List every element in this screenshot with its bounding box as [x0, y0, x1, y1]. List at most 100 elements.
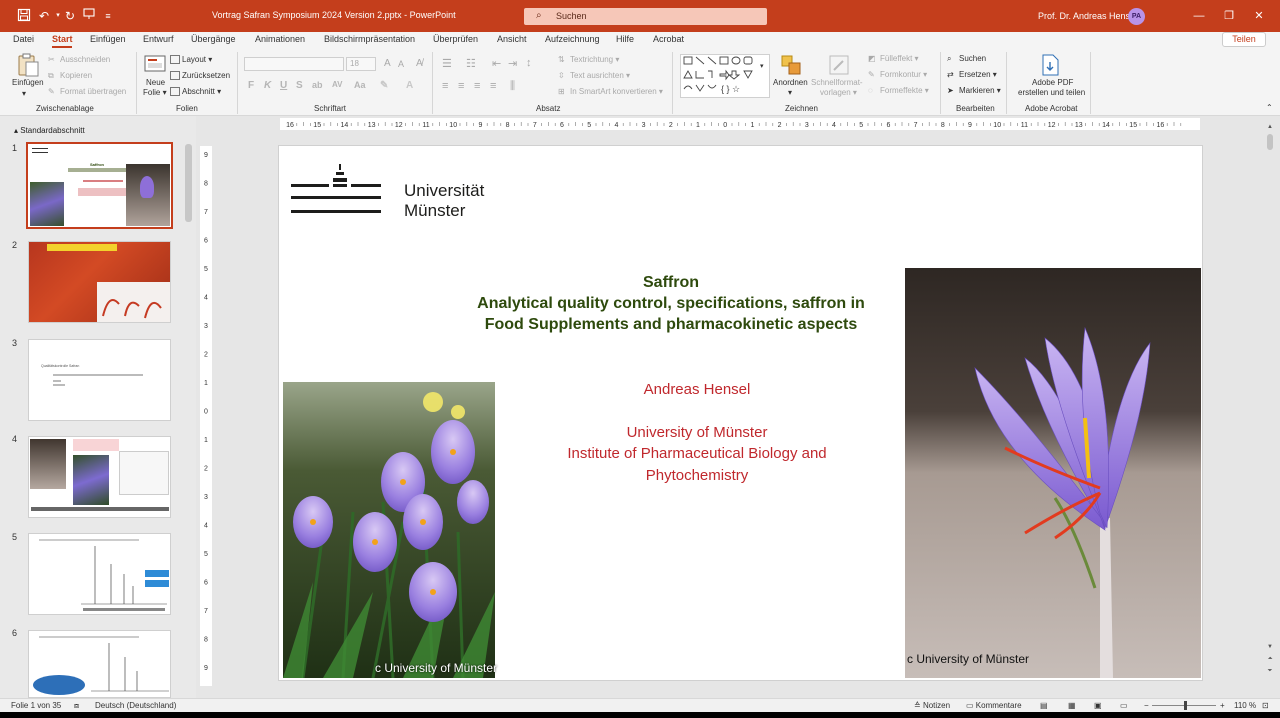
tab-hilfe[interactable]: Hilfe	[616, 34, 634, 44]
shadow-button[interactable]: S	[296, 80, 303, 91]
scroll-up-icon[interactable]: ▲	[1266, 124, 1274, 132]
slide-title[interactable]: Saffron Analytical quality control, spec…	[429, 272, 913, 335]
text-direction-button[interactable]: ⇅ Textrichtung ▾	[558, 55, 619, 64]
bold-button[interactable]: F	[248, 80, 254, 91]
bullets-icon[interactable]: ☰	[442, 57, 452, 70]
account-name[interactable]: Prof. Dr. Andreas Hensel	[1038, 11, 1137, 21]
justify-icon[interactable]: ≡	[490, 80, 496, 92]
replace-button[interactable]: ⇄ Ersetzen ▾	[947, 70, 997, 79]
section-header[interactable]: ▴ Standardabschnitt	[14, 126, 85, 135]
affiliation-line-1[interactable]: University of Münster	[527, 422, 867, 443]
smartart-button[interactable]: ⊞ In SmartArt konvertieren ▾	[558, 87, 663, 96]
vertical-scrollbar[interactable]: ▲ ▼ ⏶ ⏷	[1266, 124, 1274, 684]
quick-styles-label-1[interactable]: Schnellformat-	[811, 78, 863, 87]
collapse-ribbon-icon[interactable]: ⌃	[1266, 103, 1273, 112]
arrange-button[interactable]: Anordnen	[773, 78, 808, 87]
copy-button[interactable]: ⧉ Kopieren	[48, 71, 92, 80]
align-right-icon[interactable]: ≡	[474, 80, 480, 92]
maximize-icon[interactable]: ❐	[1215, 6, 1243, 26]
next-slide-icon[interactable]: ⏷	[1266, 668, 1274, 676]
tab-entwurf[interactable]: Entwurf	[143, 34, 174, 44]
char-spacing-icon[interactable]: AV	[332, 80, 343, 89]
arrange-icon[interactable]	[780, 54, 804, 78]
font-size-combobox[interactable]: 18	[346, 57, 376, 71]
shrink-font-icon[interactable]: A	[398, 59, 404, 69]
increase-indent-icon[interactable]: ⇥	[508, 57, 517, 70]
adobe-pdf-icon[interactable]	[1040, 54, 1064, 78]
tab-acrobat[interactable]: Acrobat	[653, 34, 684, 44]
cut-button[interactable]: ✂ Ausschneiden	[48, 55, 110, 64]
tab-aufzeichnung[interactable]: Aufzeichnung	[545, 34, 600, 44]
font-family-combobox[interactable]	[244, 57, 344, 71]
thumbnail-scrollbar[interactable]	[185, 144, 192, 222]
saffron-crocus-photo[interactable]	[905, 268, 1201, 678]
save-icon[interactable]	[16, 8, 32, 24]
format-painter-button[interactable]: ✎ Format übertragen	[48, 87, 126, 96]
strikethrough-icon[interactable]: ab	[312, 80, 323, 90]
close-icon[interactable]: ✕	[1245, 6, 1273, 26]
fit-to-window-icon[interactable]: ⊡	[1262, 701, 1269, 710]
affiliation-line-3[interactable]: Phytochemistry	[527, 465, 867, 486]
zoom-in-button[interactable]: +	[1220, 701, 1225, 710]
previous-slide-icon[interactable]: ⏶	[1266, 656, 1274, 664]
select-button[interactable]: ➤ Markieren ▾	[947, 86, 1001, 95]
tab-bildschirmpraesentation[interactable]: Bildschirmpräsentation	[324, 34, 415, 44]
search-box[interactable]: ⌕ Suchen	[524, 8, 767, 25]
new-slide-label-2[interactable]: Folie ▾	[143, 88, 167, 97]
reset-button[interactable]: Zurücksetzen	[170, 71, 230, 81]
tab-einfuegen[interactable]: Einfügen	[90, 34, 126, 44]
underline-button[interactable]: U	[280, 80, 287, 91]
shape-effects-button[interactable]: ◌ Formeffekte ▾	[868, 86, 929, 95]
slideshow-view-icon[interactable]: ▭	[1120, 701, 1128, 710]
italic-button[interactable]: K	[264, 80, 271, 91]
share-button[interactable]: Teilen	[1222, 32, 1266, 47]
quick-styles-icon[interactable]	[828, 54, 852, 78]
redo-icon[interactable]: ↻	[62, 8, 78, 24]
quick-styles-label-2[interactable]: vorlagen ▾	[820, 88, 857, 97]
scroll-down-icon[interactable]: ▼	[1266, 644, 1274, 652]
line-spacing-icon[interactable]: ↕	[526, 57, 532, 69]
find-button[interactable]: ⌕ Suchen	[947, 54, 986, 63]
zoom-level[interactable]: 110 %	[1234, 701, 1256, 710]
tab-start[interactable]: Start	[52, 34, 73, 44]
columns-icon[interactable]: ⫼	[510, 80, 515, 93]
paste-button[interactable]: Einfügen	[12, 78, 44, 87]
grow-font-icon[interactable]: A	[384, 58, 391, 69]
slide-thumbnail-5[interactable]	[28, 533, 171, 615]
decrease-indent-icon[interactable]: ⇤	[492, 57, 501, 70]
language-indicator[interactable]: Deutsch (Deutschland)	[95, 701, 176, 710]
comments-button[interactable]: ▭ Kommentare	[966, 701, 1022, 710]
arrange-dropdown-icon[interactable]: ▾	[788, 88, 792, 97]
align-text-button[interactable]: ⇳ Text ausrichten ▾	[558, 71, 630, 80]
reading-view-icon[interactable]: ▣	[1094, 701, 1102, 710]
tab-animationen[interactable]: Animationen	[255, 34, 305, 44]
tab-uebergaenge[interactable]: Übergänge	[191, 34, 236, 44]
slide-canvas[interactable]: Universität Münster Saffron Analytical q…	[278, 145, 1203, 681]
numbering-icon[interactable]: ☷	[466, 57, 476, 70]
change-case-icon[interactable]: Aa	[354, 80, 366, 90]
new-slide-label-1[interactable]: Neue	[146, 78, 165, 87]
notes-button[interactable]: ≙ Notizen	[914, 701, 950, 710]
shapes-gallery[interactable]: { } ☆	[680, 54, 770, 98]
align-center-icon[interactable]: ≡	[458, 80, 464, 92]
create-pdf-label-2[interactable]: erstellen und teilen	[1018, 88, 1085, 97]
avatar[interactable]: PA	[1128, 8, 1145, 25]
zoom-slider-thumb[interactable]	[1184, 701, 1187, 710]
tab-datei[interactable]: Datei	[13, 34, 34, 44]
slide-thumbnail-2[interactable]	[28, 241, 171, 323]
create-pdf-label-1[interactable]: Adobe PDF	[1032, 78, 1073, 87]
gallery-scroll-icon[interactable]: ▾	[760, 62, 764, 70]
align-left-icon[interactable]: ≡	[442, 80, 448, 92]
zoom-out-button[interactable]: −	[1144, 701, 1149, 710]
new-slide-icon[interactable]	[144, 54, 168, 78]
slide-thumbnail-6[interactable]	[28, 630, 171, 698]
section-button[interactable]: Abschnitt ▾	[170, 87, 221, 97]
shape-outline-button[interactable]: ✎ Formkontur ▾	[868, 70, 927, 79]
paste-icon[interactable]	[16, 52, 40, 77]
layout-button[interactable]: Layout ▾	[170, 55, 212, 65]
tab-ueberpruefen[interactable]: Überprüfen	[433, 34, 478, 44]
customize-toolbar-icon[interactable]: ≡	[100, 8, 116, 24]
clear-format-icon[interactable]: A̸	[416, 58, 423, 69]
slide-thumbnail-1[interactable]: Saffron	[26, 142, 173, 229]
shape-fill-button[interactable]: ◩ Fülleffekt ▾	[868, 54, 919, 63]
